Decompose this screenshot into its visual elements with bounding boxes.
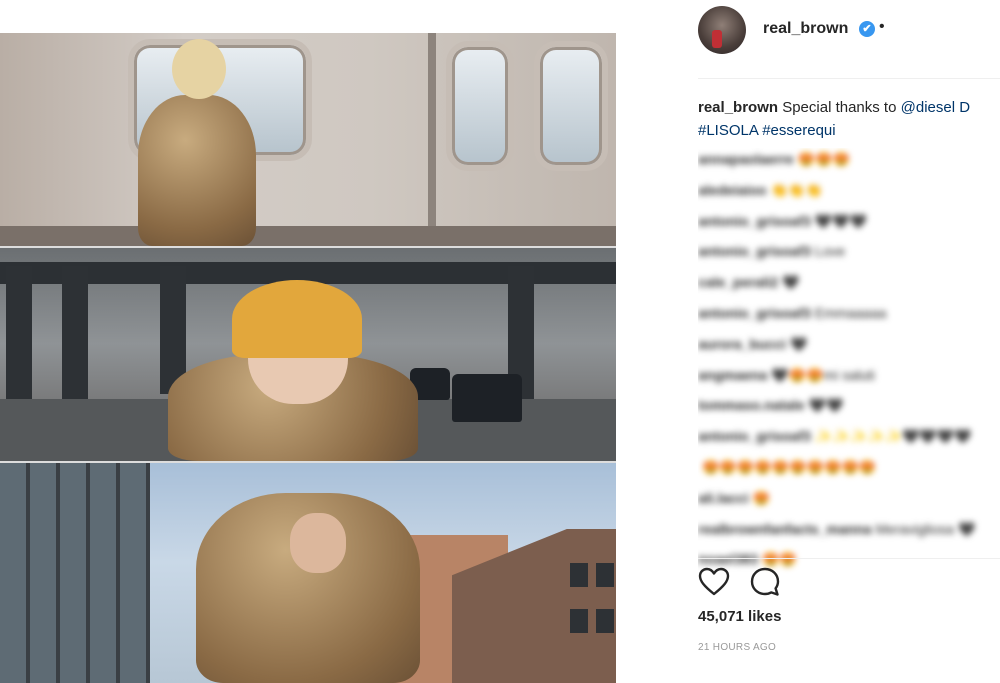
heart-outline-icon[interactable] xyxy=(698,566,730,598)
comment-item: antonio_grisoaf3 Love xyxy=(698,240,1000,271)
photo-panel-street xyxy=(0,248,616,461)
comment-text: 😍 xyxy=(752,489,771,506)
comment-username[interactable]: realbrownfanfacts_manna xyxy=(698,521,872,537)
actions-divider xyxy=(698,558,1000,559)
comment-item: realbrownfanfacts_manna Meravigliosa 🖤 xyxy=(698,518,1000,549)
building-window xyxy=(596,563,614,587)
building-window xyxy=(570,563,588,587)
comment-username[interactable]: antonio_grisoaf3 xyxy=(698,428,811,444)
subway-floor xyxy=(0,226,616,246)
comment-text: 🖤😍😍mi saluti xyxy=(771,366,875,383)
building-window xyxy=(596,609,614,633)
subway-door-edge xyxy=(428,33,436,246)
blond-hair xyxy=(172,39,226,99)
caption-hashtags-link[interactable]: #LISOLA #esserequi xyxy=(698,122,836,139)
comment-text: 😍😍😍 xyxy=(797,151,851,167)
comment-text: 🖤 xyxy=(782,274,800,291)
yellow-beanie xyxy=(232,280,362,358)
subway-window xyxy=(534,41,608,171)
comment-username[interactable]: cale_perali2 xyxy=(698,274,778,290)
woman-in-fur-coat xyxy=(138,95,256,246)
comment-item: antonio_grisoaf3 🖤🖤🖤 xyxy=(698,210,1000,241)
comment-text: ✨✨✨✨✨🖤🖤🖤🖤 xyxy=(814,428,972,445)
comment-item: antonio_grisoaf3 Emmaaaaa xyxy=(698,302,1000,333)
suv-car xyxy=(452,374,522,422)
comment-item: antonio_grisoaf3 ✨✨✨✨✨🖤🖤🖤🖤 xyxy=(698,425,1000,456)
comment-username[interactable]: antonio_grisoaf3 xyxy=(698,213,811,229)
comment-item: noael383 😍😍 xyxy=(698,548,1000,579)
comment-username[interactable]: annapaolaerre xyxy=(698,151,794,167)
comment-item: annapaolaerre 😍😍😍 xyxy=(698,148,1000,179)
header-divider xyxy=(698,78,1000,79)
photo-panel-subway xyxy=(0,33,616,246)
comment-username[interactable]: antonio_grisoaf3 xyxy=(698,305,811,321)
comment-text: Emmaaaaa xyxy=(814,304,887,321)
photo-panel-buildings xyxy=(0,463,616,683)
comment-username[interactable]: tommaso.natale xyxy=(698,397,805,413)
woman-face xyxy=(290,513,346,573)
comment-text: 👏👏👏 xyxy=(770,181,823,198)
comment-username[interactable]: noael383 xyxy=(698,551,758,567)
building-window xyxy=(570,609,588,633)
comment-text: Meravigliosa 🖤 xyxy=(875,520,976,537)
profile-avatar[interactable] xyxy=(698,6,746,54)
comment-text: 🖤🖤 xyxy=(808,397,844,414)
header-separator-dot: • xyxy=(879,18,885,35)
likes-count[interactable]: 45,071 likes xyxy=(698,608,781,625)
comment-username[interactable]: aledeiaioo xyxy=(698,182,766,198)
comment-item: cale_perali2 🖤 xyxy=(698,271,1000,302)
comment-username[interactable]: ali.lacci xyxy=(698,490,749,506)
caption-mention-link[interactable]: @diesel D xyxy=(901,99,970,116)
comment-text: 🖤🖤🖤 xyxy=(814,212,868,229)
subway-window xyxy=(446,41,514,171)
post-photo[interactable] xyxy=(0,33,616,683)
comment-item: angmaena 🖤😍😍mi saluti xyxy=(698,364,1000,395)
comment-item: tommaso.natale 🖤🖤 xyxy=(698,394,1000,425)
comment-text: Love xyxy=(814,243,846,260)
comment-text: 🖤 xyxy=(789,335,808,352)
comment-username[interactable]: antonio_grisoaf3 xyxy=(698,243,811,259)
caption-username[interactable]: real_brown xyxy=(698,99,778,116)
post-username[interactable]: real_brown xyxy=(763,20,848,38)
comment-username[interactable]: aurora_bucci xyxy=(698,336,786,352)
verified-badge-icon: ✔ xyxy=(859,21,875,37)
comment-text: 😍😍 xyxy=(761,551,797,568)
comment-item: aurora_bucci 🖤 xyxy=(698,333,1000,364)
comment-item: aledeiaioo 👏👏👏 xyxy=(698,179,1000,210)
post-caption: real_brown Special thanks to @diesel D #… xyxy=(698,96,1000,142)
caption-text: Special thanks to xyxy=(782,99,897,116)
post-timestamp[interactable]: 21 HOURS AGO xyxy=(698,642,776,653)
comment-text: 😍😍😍😍😍😍😍😍😍😍 xyxy=(702,458,877,475)
comment-item: ali.lacci 😍 xyxy=(698,487,1000,518)
comments-list: annapaolaerre 😍😍😍 aledeiaioo 👏👏👏 antonio_g… xyxy=(698,148,1000,579)
comment-username[interactable]: angmaena xyxy=(698,367,767,383)
comment-bubble-icon[interactable] xyxy=(749,566,781,598)
comment-item: 😍😍😍😍😍😍😍😍😍😍 xyxy=(698,456,1000,487)
glass-building xyxy=(0,463,150,683)
